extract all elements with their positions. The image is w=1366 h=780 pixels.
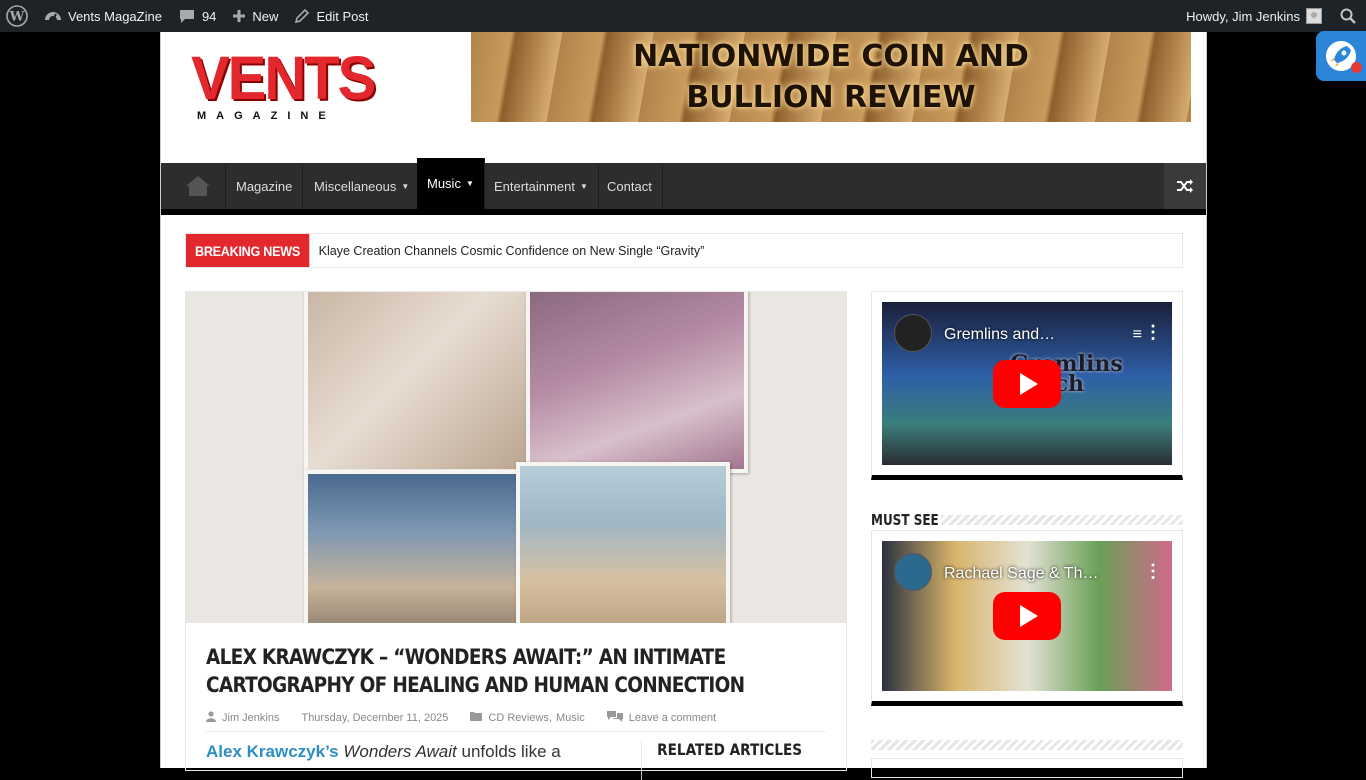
- nav-label: Music: [427, 176, 461, 191]
- page-wrapper: VENTS MAGAZINE NATIONWIDE COIN AND BULLI…: [160, 32, 1207, 780]
- banner-line-2: BULLION REVIEW: [686, 80, 976, 115]
- edit-post-link[interactable]: Edit Post: [286, 0, 376, 32]
- random-post-button[interactable]: [1164, 163, 1206, 209]
- comments-link[interactable]: Leave a comment: [606, 710, 717, 725]
- must-see-heading-row: Must See: [871, 508, 1183, 532]
- next-widget: [871, 758, 1183, 778]
- comments-link[interactable]: 94: [170, 0, 224, 32]
- nav-item-music[interactable]: Music ▼: [417, 158, 485, 209]
- caret-down-icon: ▼: [579, 181, 588, 191]
- post-categories: CD Reviews, Music: [470, 711, 585, 724]
- excerpt-text: unfolds like a: [461, 742, 561, 761]
- post-author[interactable]: Jim Jenkins: [206, 710, 280, 725]
- new-label: New: [252, 8, 279, 24]
- featured-post: Alex Krawczyk – “Wonders Await:” An Inti…: [185, 291, 847, 780]
- video-title: Gremlins and…: [944, 326, 1056, 343]
- video-title: Rachael Sage & Th…: [944, 565, 1099, 582]
- search-icon: [1340, 8, 1356, 24]
- post-excerpt: Alex Krawczyk’s Wonders Await unfolds li…: [206, 740, 626, 764]
- post-title[interactable]: Alex Krawczyk – “Wonders Await:” An Inti…: [206, 643, 752, 699]
- channel-avatar: [894, 314, 932, 352]
- must-see-heading: Must See: [871, 511, 939, 529]
- svg-text:W: W: [9, 10, 25, 25]
- folder-icon: [470, 711, 483, 724]
- breaking-news-tag: BREAKING NEWS: [186, 234, 310, 267]
- nav-item-magazine[interactable]: Magazine: [226, 163, 304, 209]
- youtube-embed-gremlins[interactable]: Gremlins and… ≡ ⋮ Gremlins Stitch: [882, 302, 1172, 465]
- playlist-icon[interactable]: ≡: [1133, 326, 1142, 344]
- post-date: Thursday, December 11, 2025: [301, 712, 448, 724]
- youtube-embed-rachael-sage[interactable]: Rachael Sage & Th… ⋮: [882, 541, 1172, 691]
- nav-home[interactable]: [171, 163, 226, 209]
- admin-search-button[interactable]: [1334, 0, 1366, 32]
- caret-down-icon: ▼: [401, 181, 410, 191]
- home-icon: [186, 176, 210, 196]
- author-name: Jim Jenkins: [222, 711, 280, 724]
- user-icon: [206, 710, 216, 725]
- more-options-icon[interactable]: ⋮: [1144, 561, 1162, 582]
- edit-post-label: Edit Post: [316, 8, 369, 24]
- notification-dot: [1351, 62, 1362, 73]
- nav-item-miscellaneous[interactable]: Miscellaneous ▼: [304, 163, 421, 209]
- nav-label: Entertainment: [494, 178, 575, 194]
- site-logo[interactable]: VENTS MAGAZINE: [191, 44, 376, 122]
- more-options-icon[interactable]: ⋮: [1144, 322, 1162, 343]
- site-name-label: Vents MagaZine: [68, 8, 162, 24]
- site-name-link[interactable]: Vents MagaZine: [36, 0, 170, 32]
- play-button-icon[interactable]: [993, 360, 1061, 408]
- plus-icon: [232, 9, 246, 23]
- heading-stripes: [941, 515, 1183, 525]
- account-menu[interactable]: Howdy, Jim Jenkins: [1178, 0, 1334, 32]
- main-navigation: Magazine Miscellaneous ▼ Music ▼ Enterta…: [161, 158, 1206, 215]
- category-separator: ,: [548, 711, 552, 724]
- comment-bubble-icon: [178, 8, 196, 24]
- nav-label: Magazine: [236, 178, 293, 194]
- nav-item-contact[interactable]: Contact: [597, 163, 663, 209]
- nav-label: Contact: [607, 178, 652, 194]
- category-link-music[interactable]: Music: [556, 712, 585, 724]
- artist-link[interactable]: Alex Krawczyk’s: [206, 742, 339, 761]
- video-widget-2: Rachael Sage & Th… ⋮: [871, 530, 1183, 706]
- breaking-news-bar: BREAKING NEWS Klaye Creation Channels Co…: [185, 233, 1183, 268]
- post-meta: Jim Jenkins Thursday, December 11, 2025 …: [206, 710, 826, 732]
- dashboard-icon: [44, 8, 62, 24]
- wordpress-logo-button[interactable]: W: [0, 0, 36, 32]
- rocket-extension-button[interactable]: [1316, 31, 1366, 81]
- ad-banner[interactable]: NATIONWIDE COIN AND BULLION REVIEW: [471, 32, 1191, 122]
- channel-avatar: [894, 553, 932, 591]
- album-title: Wonders Await: [343, 742, 457, 761]
- admin-bar: W Vents MagaZine 94 New Edit Post Howdy,…: [0, 0, 1366, 32]
- shuffle-icon: [1177, 179, 1193, 193]
- logo-title: VENTS: [191, 44, 376, 113]
- new-content-link[interactable]: New: [224, 0, 286, 32]
- nav-item-entertainment[interactable]: Entertainment ▼: [484, 163, 599, 209]
- banner-line-1: NATIONWIDE COIN AND: [633, 39, 1029, 74]
- play-button-icon[interactable]: [993, 592, 1061, 640]
- widget-divider-stripes: [871, 740, 1183, 750]
- comments-count: 94: [201, 8, 217, 24]
- pencil-icon: [294, 8, 310, 24]
- comments-icon: [606, 710, 623, 725]
- date-text: Thursday, December 11, 2025: [301, 711, 449, 724]
- comment-text: Leave a comment: [628, 711, 717, 724]
- video-widget-1: Gremlins and… ≡ ⋮ Gremlins Stitch: [871, 291, 1183, 480]
- wordpress-icon: W: [6, 5, 28, 27]
- category-link-cd-reviews[interactable]: CD Reviews: [488, 712, 549, 724]
- nav-label: Miscellaneous: [314, 178, 397, 194]
- related-articles-heading: Related Articles: [641, 740, 802, 780]
- avatar: [1306, 8, 1322, 24]
- breaking-news-headline[interactable]: Klaye Creation Channels Cosmic Confidenc…: [319, 244, 705, 258]
- greeting-text: Howdy, Jim Jenkins: [1186, 8, 1300, 24]
- caret-down-icon: ▼: [465, 179, 474, 188]
- featured-image[interactable]: [186, 292, 846, 623]
